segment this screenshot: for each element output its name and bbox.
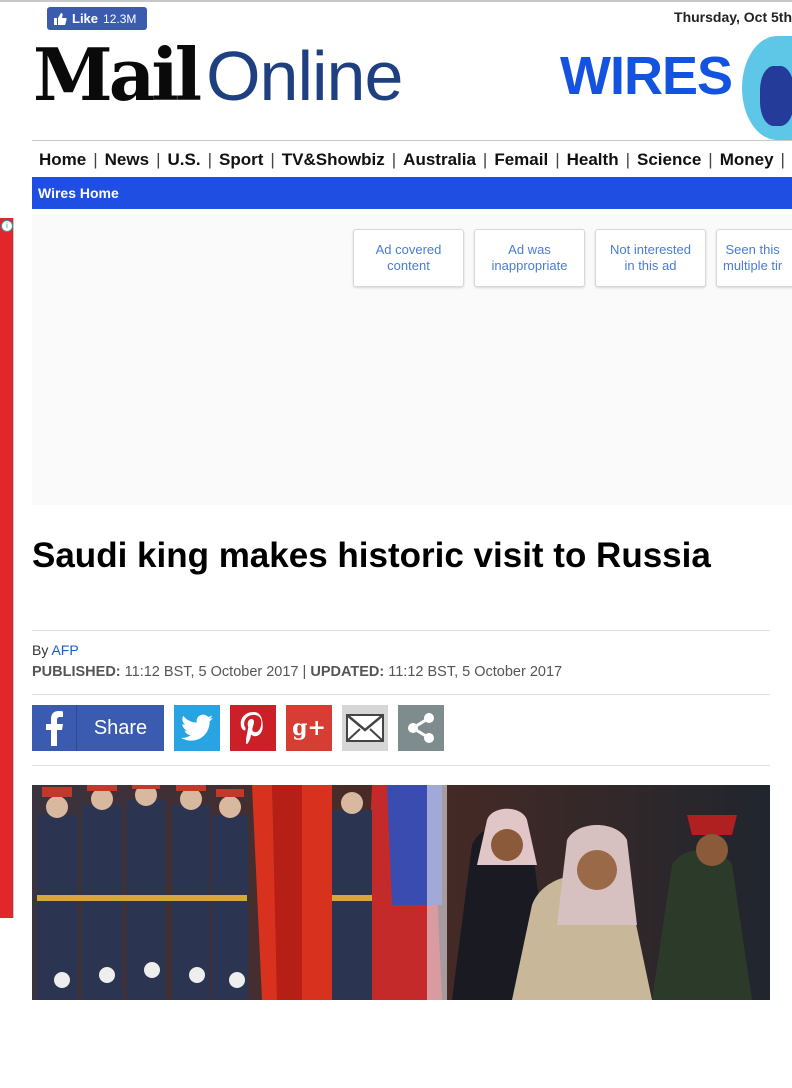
nav-item-news[interactable]: News xyxy=(98,144,156,176)
published-value: 11:12 BST, 5 October 2017 xyxy=(124,664,299,680)
updated-label: UPDATED: xyxy=(310,664,385,680)
logo-mail: Mail xyxy=(33,32,202,117)
ad-feedback-seen-multiple[interactable]: Seen this multiple tir xyxy=(716,229,792,287)
nav-item-tvshowbiz[interactable]: TV&Showbiz xyxy=(275,144,392,176)
current-date: Thursday, Oct 5th xyxy=(674,9,792,25)
nav-item-femail[interactable]: Femail xyxy=(487,144,555,176)
email-icon xyxy=(346,714,384,742)
ad-feedback-label: Seen this multiple tir xyxy=(723,242,783,273)
site-logo[interactable]: Mail Online xyxy=(33,32,403,117)
twitter-icon xyxy=(181,714,213,741)
nav-item-australia[interactable]: Australia xyxy=(396,144,483,176)
share-icon xyxy=(408,713,434,743)
nav-item-home[interactable]: Home xyxy=(32,144,93,176)
byline: By AFP xyxy=(32,642,79,658)
like-count: 12.3M xyxy=(103,11,137,26)
section-badge: WIRES xyxy=(560,46,733,106)
facebook-share-label: Share xyxy=(93,716,148,739)
nav-item-us[interactable]: U.S. xyxy=(161,144,208,176)
nav-item-science[interactable]: Science xyxy=(630,144,708,176)
facebook-like-button[interactable]: Like 12.3M xyxy=(47,7,147,30)
google-plus-share-button[interactable]: g+ xyxy=(286,705,332,751)
author-link[interactable]: AFP xyxy=(51,642,78,658)
ad-feedback-label: Not interested in this ad xyxy=(610,242,691,273)
top-border xyxy=(0,0,792,2)
thumbs-up-icon xyxy=(54,12,67,25)
updated-value: 11:12 BST, 5 October 2017 xyxy=(388,664,563,680)
like-label: Like xyxy=(72,11,99,26)
facebook-share-button[interactable]: Share xyxy=(32,705,164,751)
divider xyxy=(32,630,770,631)
logo-online: Online xyxy=(206,37,403,115)
ad-info-icon[interactable]: i xyxy=(1,220,13,232)
nav-item-money[interactable]: Money xyxy=(713,144,781,176)
article-photo-illustration xyxy=(32,785,770,1000)
nav-item-health[interactable]: Health xyxy=(560,144,626,176)
sub-nav-wires-home[interactable]: Wires Home xyxy=(38,177,119,209)
by-label: By xyxy=(32,642,49,658)
more-share-button[interactable] xyxy=(398,705,444,751)
share-bar: Share g+ xyxy=(32,705,444,751)
article-headline: Saudi king makes historic visit to Russi… xyxy=(32,536,711,575)
ad-feedback-label: Ad was inappropriate xyxy=(491,242,568,273)
divider xyxy=(32,694,770,695)
facebook-icon xyxy=(32,705,77,751)
google-plus-icon: g+ xyxy=(292,715,326,741)
published-label: PUBLISHED: xyxy=(32,664,121,680)
divider xyxy=(32,765,770,766)
pub-separator: | xyxy=(302,664,307,680)
sub-nav-bar: Wires Home xyxy=(32,177,792,209)
ad-feedback-inappropriate[interactable]: Ad was inappropriate xyxy=(474,229,585,287)
nav-item-sport[interactable]: Sport xyxy=(212,144,270,176)
ad-feedback-covered-content[interactable]: Ad covered content xyxy=(353,229,464,287)
side-ad-gap xyxy=(0,1000,13,1088)
main-nav: Home | News | U.S. | Sport | TV&Showbiz | Aus… xyxy=(32,143,792,177)
pinterest-icon xyxy=(240,712,263,744)
side-ad-strip[interactable]: i xyxy=(0,218,14,1088)
email-share-button[interactable] xyxy=(342,705,388,751)
wires-graphic xyxy=(742,36,792,140)
publish-info: PUBLISHED: 11:12 BST, 5 October 2017 | U… xyxy=(32,664,562,680)
ad-feedback-not-interested[interactable]: Not interested in this ad xyxy=(595,229,706,287)
article-photo[interactable] xyxy=(32,785,770,1000)
nav-divider xyxy=(32,140,792,141)
pinterest-share-button[interactable] xyxy=(230,705,276,751)
twitter-share-button[interactable] xyxy=(174,705,220,751)
ad-feedback-label: Ad covered content xyxy=(375,242,442,273)
nav-item-video[interactable]: V xyxy=(785,144,792,176)
